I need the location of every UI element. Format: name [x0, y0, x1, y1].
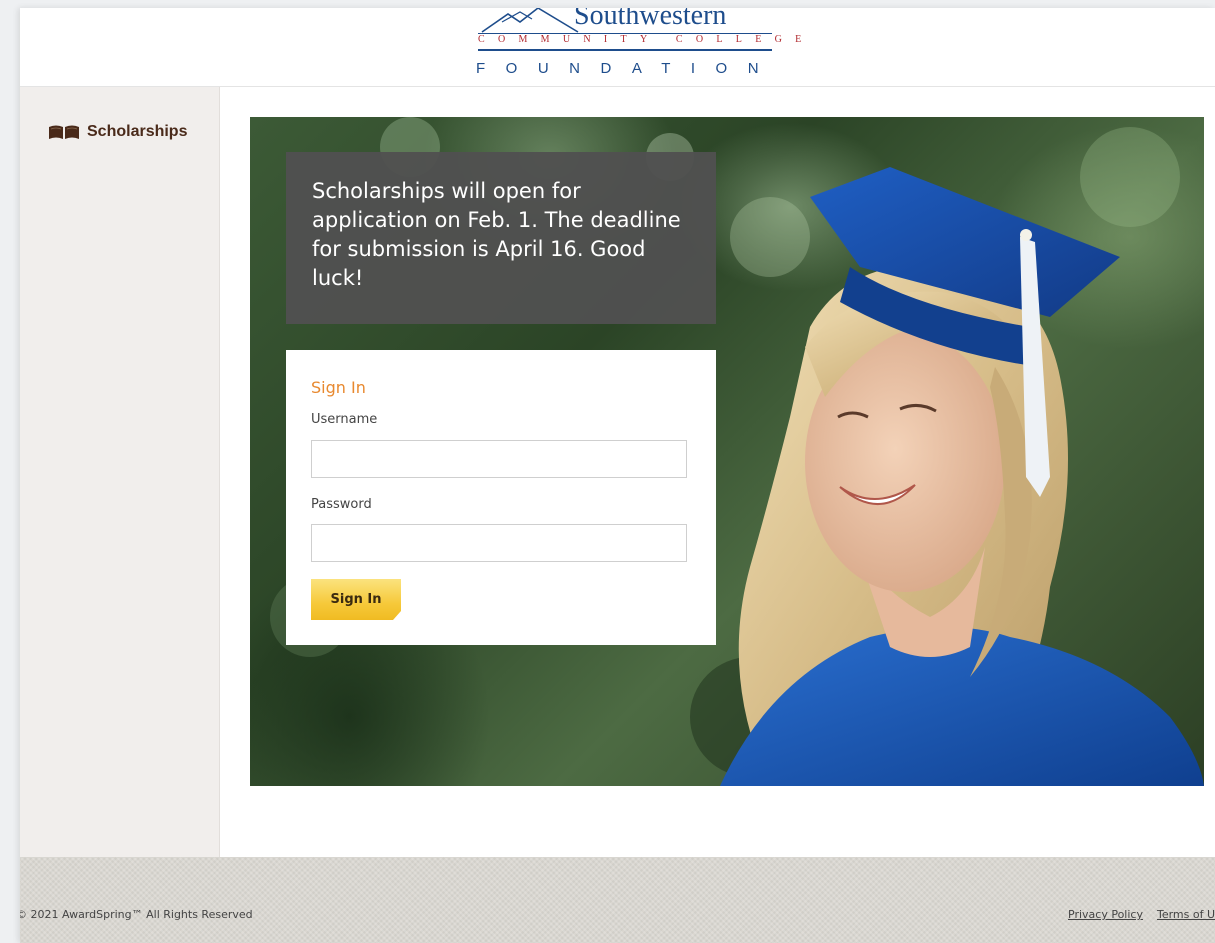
- foundation-logo[interactable]: Southwestern COMMUNITY COLLEGE FOUNDATIO…: [472, 8, 815, 86]
- footer: © 2021 AwardSpring™ All Rights Reserved …: [20, 857, 1215, 943]
- username-label: Username: [311, 412, 378, 427]
- hero-banner: Scholarships will open for application o…: [250, 117, 1204, 786]
- username-input[interactable]: [311, 440, 687, 478]
- privacy-policy-link[interactable]: Privacy Policy: [1068, 908, 1143, 921]
- sidebar-item-scholarships[interactable]: Scholarships: [48, 123, 187, 141]
- open-book-icon: [49, 125, 79, 139]
- password-label: Password: [311, 497, 372, 512]
- header: Southwestern COMMUNITY COLLEGE FOUNDATIO…: [20, 8, 1215, 87]
- sidebar: Scholarships: [20, 87, 220, 857]
- sign-in-button[interactable]: Sign In: [311, 579, 401, 620]
- mountain-logo-icon: [481, 8, 579, 33]
- announcement-text: Scholarships will open for application o…: [312, 179, 681, 290]
- announcement-box: Scholarships will open for application o…: [286, 152, 716, 324]
- logo-foundation: FOUNDATION: [476, 60, 780, 77]
- logo-subtitle: COMMUNITY COLLEGE: [478, 34, 815, 45]
- password-input[interactable]: [311, 524, 687, 562]
- signin-panel: Sign In Username Password Sign In: [286, 350, 716, 645]
- footer-links: Privacy Policy Terms of Use: [1068, 908, 1215, 921]
- sidebar-item-label: Scholarships: [87, 123, 188, 140]
- logo-name: Southwestern: [574, 8, 727, 31]
- footer-copyright: © 2021 AwardSpring™ All Rights Reserved: [20, 908, 253, 921]
- page: Southwestern COMMUNITY COLLEGE FOUNDATIO…: [20, 8, 1215, 943]
- logo-divider: [478, 49, 772, 51]
- signin-title: Sign In: [311, 378, 366, 397]
- terms-of-use-link[interactable]: Terms of Use: [1157, 908, 1215, 921]
